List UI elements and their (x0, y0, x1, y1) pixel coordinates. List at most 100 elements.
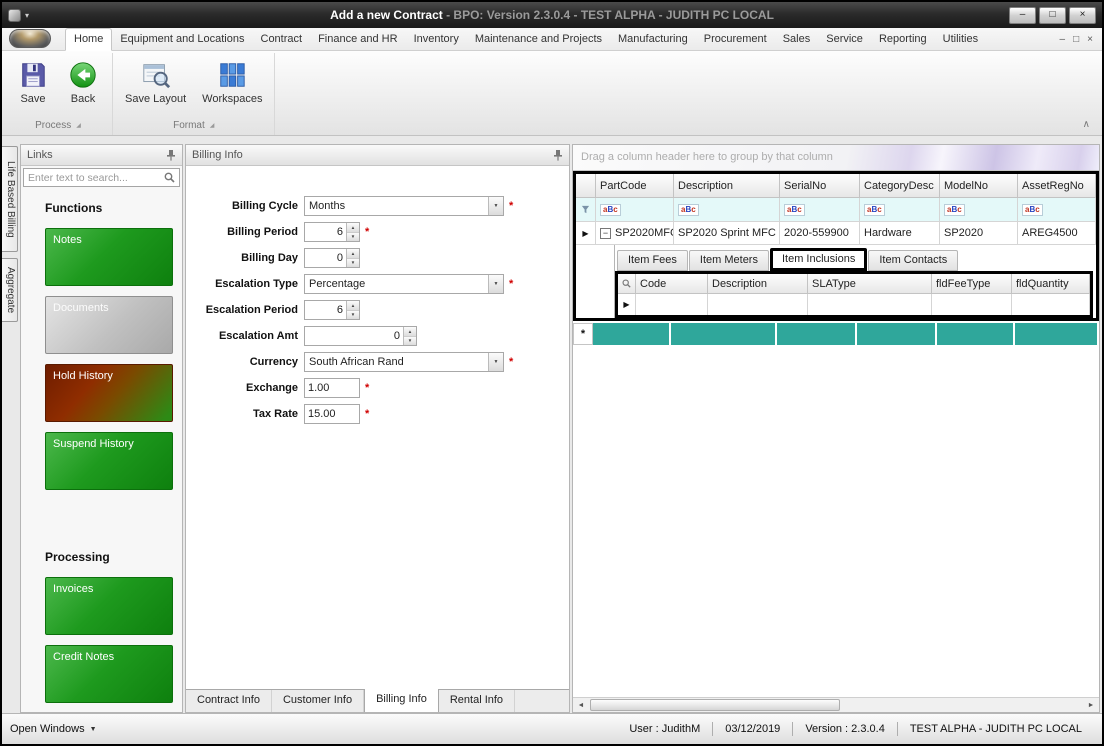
new-row-cell[interactable] (593, 323, 671, 345)
ribbon-tab-procurement[interactable]: Procurement (696, 29, 775, 50)
spin-down-icon[interactable]: ▼ (347, 310, 359, 320)
escalation-amt-spinner[interactable]: 0 ▲▼ (304, 326, 417, 346)
billing-cycle-dropdown[interactable]: Months ▼ (304, 196, 504, 216)
detail-column-code[interactable]: Code (636, 274, 708, 294)
currency-dropdown[interactable]: South African Rand ▼ (304, 352, 504, 372)
horizontal-scrollbar[interactable]: ◄ ► (573, 697, 1099, 712)
new-row-cell[interactable] (671, 323, 777, 345)
spin-down-icon[interactable]: ▼ (404, 336, 416, 346)
filter-cell-serialno[interactable]: aBc (780, 198, 860, 222)
save-button[interactable]: Save (10, 56, 56, 107)
dock-tab-life-based-billing[interactable]: Life Based Billing (2, 146, 18, 252)
new-row-cell[interactable] (1015, 323, 1099, 345)
hold-history-button[interactable]: Hold History (45, 364, 173, 422)
tab-item-meters[interactable]: Item Meters (689, 250, 769, 271)
billing-day-spinner[interactable]: 0 ▲▼ (304, 248, 360, 268)
cell-categorydesc[interactable]: Hardware (860, 222, 940, 245)
search-icon[interactable] (164, 172, 175, 183)
spin-down-icon[interactable]: ▼ (347, 258, 359, 268)
spin-up-icon[interactable]: ▲ (404, 327, 416, 336)
back-button[interactable]: Back (60, 56, 106, 107)
escalation-period-spinner[interactable]: 6 ▲▼ (304, 300, 360, 320)
cell-modelno[interactable]: SP2020 (940, 222, 1018, 245)
detail-empty-row[interactable]: ▶ (618, 294, 1090, 315)
scrollbar-thumb[interactable] (590, 699, 840, 711)
filter-type-icon[interactable]: aBc (784, 204, 805, 216)
cell-partcode[interactable]: −SP2020MFC (596, 222, 674, 245)
pin-icon[interactable] (166, 149, 176, 161)
detail-cell[interactable] (932, 294, 1012, 315)
escalation-type-dropdown[interactable]: Percentage ▼ (304, 274, 504, 294)
minimize-button[interactable]: – (1009, 7, 1036, 24)
ribbon-tab-service[interactable]: Service (818, 29, 871, 50)
column-header-partcode[interactable]: PartCode (596, 174, 674, 198)
cell-description[interactable]: SP2020 Sprint MFC (674, 222, 780, 245)
filter-cell-categorydesc[interactable]: aBc (860, 198, 940, 222)
quick-access-dropdown-icon[interactable]: ▾ (25, 11, 29, 20)
ribbon-tab-sales[interactable]: Sales (775, 29, 819, 50)
links-search-input[interactable] (24, 172, 164, 184)
mdi-minimize-icon[interactable]: – (1060, 34, 1066, 45)
detail-cell[interactable] (636, 294, 708, 315)
credit-notes-button[interactable]: Credit Notes (45, 645, 173, 703)
new-row-cell[interactable] (937, 323, 1015, 345)
application-menu-button[interactable] (9, 29, 51, 48)
grid-data-row[interactable]: ▶ −SP2020MFC SP2020 Sprint MFC 2020-5599… (576, 222, 1096, 245)
column-header-assetregno[interactable]: AssetRegNo (1018, 174, 1096, 198)
workspaces-button[interactable]: Workspaces (196, 56, 268, 107)
spin-up-icon[interactable]: ▲ (347, 249, 359, 258)
detail-column-slatype[interactable]: SLAType (808, 274, 932, 294)
detail-column-fldquantity[interactable]: fldQuantity (1012, 274, 1090, 294)
ribbon-tab-maintenance-and-projects[interactable]: Maintenance and Projects (467, 29, 610, 50)
cell-serialno[interactable]: 2020-559900 (780, 222, 860, 245)
dock-tab-aggregate[interactable]: Aggregate (2, 258, 18, 322)
tab-item-fees[interactable]: Item Fees (617, 250, 688, 271)
dialog-launcher-icon[interactable]: ◢ (76, 122, 81, 129)
detail-cell[interactable] (708, 294, 808, 315)
invoices-button[interactable]: Invoices (45, 577, 173, 635)
tab-contract-info[interactable]: Contract Info (186, 690, 272, 712)
chevron-down-icon[interactable]: ▼ (488, 275, 503, 293)
filter-cell-partcode[interactable]: aBc (596, 198, 674, 222)
filter-type-icon[interactable]: aBc (678, 204, 699, 216)
detail-column-fldfeetype[interactable]: fldFeeType (932, 274, 1012, 294)
ribbon-tab-equipment-and-locations[interactable]: Equipment and Locations (112, 29, 252, 50)
filter-cell-description[interactable]: aBc (674, 198, 780, 222)
detail-search-cell[interactable] (618, 274, 636, 294)
filter-cell-assetregno[interactable]: aBc (1018, 198, 1096, 222)
new-row-cell[interactable] (857, 323, 937, 345)
scroll-right-icon[interactable]: ► (1083, 698, 1099, 712)
maximize-button[interactable]: □ (1039, 7, 1066, 24)
ribbon-tab-contract[interactable]: Contract (253, 29, 311, 50)
tax-rate-field[interactable]: 15.00 (304, 404, 360, 424)
ribbon-tab-manufacturing[interactable]: Manufacturing (610, 29, 696, 50)
ribbon-tab-utilities[interactable]: Utilities (935, 29, 986, 50)
new-row-cell[interactable] (777, 323, 857, 345)
tab-item-contacts[interactable]: Item Contacts (868, 250, 958, 271)
billing-period-spinner[interactable]: 6 ▲▼ (304, 222, 360, 242)
collapse-detail-icon[interactable]: − (600, 228, 611, 239)
documents-button[interactable]: Documents (45, 296, 173, 354)
ribbon-collapse-icon[interactable]: ∧ (1083, 119, 1090, 130)
chevron-down-icon[interactable]: ▼ (488, 197, 503, 215)
pin-icon[interactable] (553, 149, 563, 161)
mdi-restore-icon[interactable]: □ (1073, 34, 1079, 45)
detail-column-description[interactable]: Description (708, 274, 808, 294)
tab-rental-info[interactable]: Rental Info (439, 690, 515, 712)
grid-group-by-panel[interactable]: Drag a column header here to group by th… (573, 145, 1099, 171)
mdi-close-icon[interactable]: × (1087, 34, 1093, 45)
close-button[interactable]: × (1069, 7, 1096, 24)
spin-down-icon[interactable]: ▼ (347, 232, 359, 242)
chevron-down-icon[interactable]: ▼ (488, 353, 503, 371)
suspend-history-button[interactable]: Suspend History (45, 432, 173, 490)
detail-cell[interactable] (1012, 294, 1090, 315)
ribbon-tab-finance-and-hr[interactable]: Finance and HR (310, 29, 406, 50)
spin-up-icon[interactable]: ▲ (347, 223, 359, 232)
tab-item-inclusions[interactable]: Item Inclusions (770, 248, 867, 271)
grid-new-item-row[interactable]: * (573, 323, 1099, 345)
column-header-modelno[interactable]: ModelNo (940, 174, 1018, 198)
exchange-field[interactable]: 1.00 (304, 378, 360, 398)
tab-customer-info[interactable]: Customer Info (272, 690, 364, 712)
ribbon-tab-inventory[interactable]: Inventory (406, 29, 467, 50)
cell-assetregno[interactable]: AREG4500 (1018, 222, 1096, 245)
